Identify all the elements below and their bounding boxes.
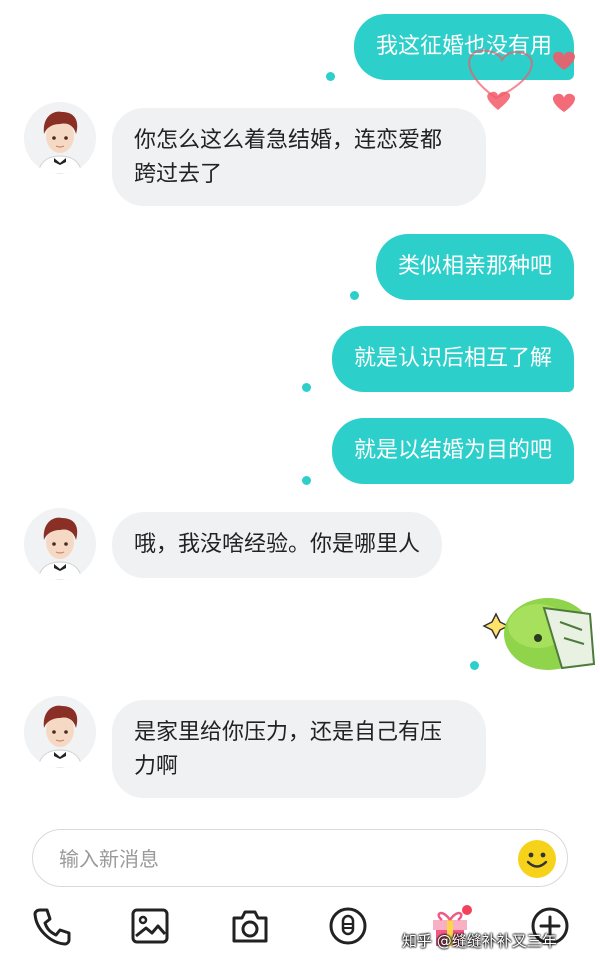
smiley-icon[interactable] <box>517 839 557 879</box>
contact-avatar[interactable] <box>24 696 96 768</box>
sent-status-dot <box>350 291 359 300</box>
message-text-line: 你怎么这么着急结婚，连恋爱都 <box>134 128 443 153</box>
green-blob-sticker[interactable] <box>478 586 600 678</box>
message-text: 就是以结婚为目的吧 <box>353 438 552 463</box>
message-bubble-outgoing[interactable]: 类似相亲那种吧 <box>375 234 574 300</box>
voice-icon[interactable] <box>326 904 370 948</box>
message-bubble-incoming[interactable]: 哦，我没啥经验。你是哪里人 <box>112 512 443 578</box>
message-text: 类似相亲那种吧 <box>397 254 552 279</box>
zhihu-watermark: 知乎 @缝缝补补又三年 <box>402 932 557 950</box>
message-text: 就是认识后相互了解 <box>353 346 552 371</box>
message-input[interactable] <box>59 840 479 878</box>
message-text-line: 力啊 <box>134 754 179 779</box>
sent-status-dot <box>302 476 311 485</box>
message-bubble-outgoing[interactable]: 就是以结婚为目的吧 <box>331 418 574 484</box>
camera-icon[interactable] <box>228 904 272 948</box>
message-text: 哦，我没啥经验。你是哪里人 <box>134 532 421 557</box>
message-text-line: 跨过去了 <box>134 162 223 187</box>
message-bubble-incoming[interactable]: 你怎么这么着急结婚，连恋爱都 跨过去了 <box>112 108 486 206</box>
chat-thread: 我这征婚也没有用 你怎么这么着急结婚，连恋爱都 跨过去了 类似相亲那种吧 就是认… <box>0 0 600 820</box>
hearts-decoration <box>468 49 576 112</box>
phone-icon[interactable] <box>30 904 74 948</box>
message-composer <box>32 829 568 887</box>
message-bubble-incoming[interactable]: 是家里给你压力，还是自己有压 力啊 <box>112 700 486 798</box>
message-bubble-outgoing[interactable]: 就是认识后相互了解 <box>331 326 574 392</box>
sent-status-dot <box>302 383 311 392</box>
image-icon[interactable] <box>128 904 172 948</box>
contact-avatar[interactable] <box>24 102 96 174</box>
sent-status-dot <box>326 72 335 81</box>
contact-avatar[interactable] <box>24 508 96 580</box>
message-text-line: 是家里给你压力，还是自己有压 <box>134 720 443 745</box>
